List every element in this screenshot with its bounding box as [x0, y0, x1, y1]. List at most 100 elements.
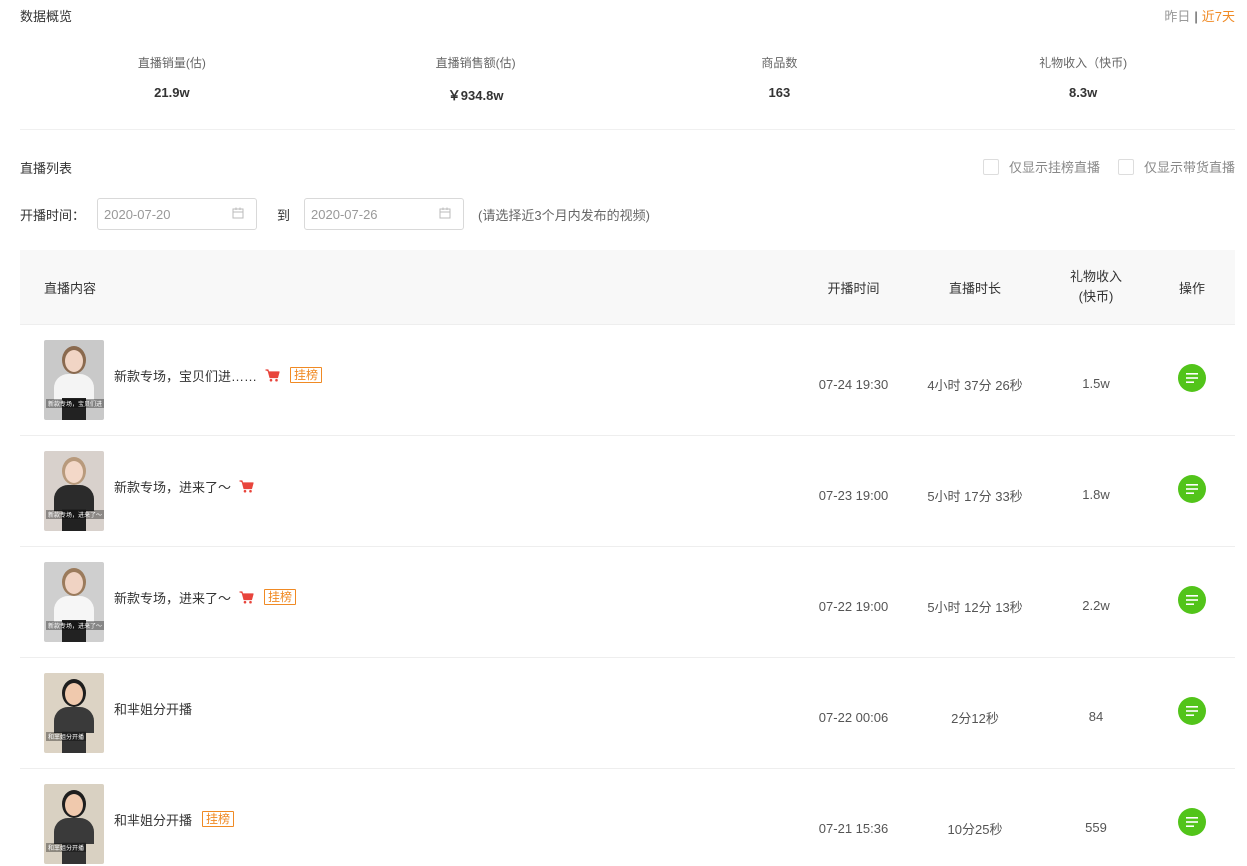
section-divider	[20, 129, 1235, 130]
live-duration: 5小时 17分 33秒	[927, 488, 1023, 504]
table-row: 和芈姐分开播 和芈姐分开播 07-22 00:06 2分12秒 84	[20, 658, 1235, 769]
live-title[interactable]: 和芈姐分开播	[114, 699, 192, 718]
detail-button[interactable]	[1178, 475, 1206, 503]
detail-button[interactable]	[1178, 808, 1206, 836]
stat-label: 商品数	[761, 56, 798, 70]
col-gift-unit: (快币)	[1078, 289, 1114, 304]
live-thumbnail[interactable]: 和芈姐分开播	[44, 673, 104, 753]
live-start-time: 07-22 00:06	[818, 709, 889, 725]
col-start-time: 开播时间	[827, 280, 880, 296]
range-yesterday[interactable]: 昨日	[1164, 9, 1190, 24]
live-duration: 10分25秒	[947, 821, 1003, 837]
detail-button[interactable]	[1178, 586, 1206, 614]
list-icon	[1186, 371, 1198, 386]
stat-value: 163	[768, 85, 791, 100]
table-row: 新款专场，进来了～ 新款专场，进来了～ 07-23 19:00 5小时 17分 …	[20, 436, 1235, 547]
live-duration: 5小时 12分 13秒	[927, 599, 1023, 615]
ranked-only-label: 仅显示挂榜直播	[1008, 160, 1100, 175]
start-date-value: 2020-07-20	[104, 206, 171, 222]
list-icon	[1186, 482, 1198, 497]
stat-value: 21.9w	[154, 85, 190, 100]
detail-button[interactable]	[1178, 364, 1206, 392]
start-date-input[interactable]: 2020-07-20	[97, 198, 258, 230]
action-cell	[1149, 586, 1235, 614]
live-title-group: 新款专场，进来了～	[114, 477, 254, 496]
list-title: 直播列表	[20, 161, 73, 176]
detail-button[interactable]	[1178, 697, 1206, 725]
stat-product-count: 商品数 163	[628, 54, 932, 104]
selling-only-checkbox[interactable]	[1117, 158, 1134, 175]
date-label: 开播时间：	[20, 207, 86, 223]
thumbnail-caption: 新款专场，进来了～	[46, 621, 104, 630]
filter-selling-only[interactable]: 仅显示带货直播	[1117, 157, 1235, 176]
end-date-input[interactable]: 2020-07-26	[304, 198, 465, 230]
range-last7[interactable]: 近7天	[1202, 9, 1235, 24]
stat-sales-amount: 直播销售额(估) ￥934.8w	[324, 54, 628, 104]
col-content: 直播内容	[44, 280, 97, 296]
cart-icon	[239, 479, 254, 493]
end-date-value: 2020-07-26	[311, 206, 378, 222]
live-thumbnail[interactable]: 新款专场，宝贝们进	[44, 340, 104, 420]
stat-gift-income: 礼物收入（快币) 8.3w	[931, 54, 1235, 104]
live-title-group: 和芈姐分开播	[114, 699, 192, 718]
table-row: 和芈姐分开播 和芈姐分开播 挂榜 07-21 15:36 10分25秒 559	[20, 769, 1235, 866]
live-title-group: 新款专场，宝贝们进…… 挂榜	[114, 366, 323, 385]
stat-label: 直播销量(估)	[137, 56, 206, 70]
live-content-cell: 新款专场，进来了～ 新款专场，进来了～	[20, 451, 800, 531]
table-row: 新款专场，进来了～ 新款专场，进来了～ 挂榜 07-22 19:00 5小时 1…	[20, 547, 1235, 658]
ranked-badge: 挂榜	[290, 367, 323, 383]
live-gift-income: 84	[1088, 709, 1104, 724]
date-range-row: 开播时间： 2020-07-20 到 2020-07-26 (请选择近3个月内发…	[20, 198, 650, 230]
list-icon	[1186, 815, 1198, 830]
live-gift-income: 2.2w	[1082, 598, 1110, 613]
live-content-cell: 和芈姐分开播 和芈姐分开播 挂榜	[20, 784, 800, 864]
ranked-only-checkbox[interactable]	[982, 158, 999, 175]
thumbnail-caption: 新款专场，宝贝们进	[46, 399, 104, 408]
live-thumbnail[interactable]: 新款专场，进来了～	[44, 562, 104, 642]
live-title[interactable]: 新款专场，进来了～	[114, 477, 231, 496]
live-start-time: 07-24 19:30	[818, 376, 889, 392]
live-gift-income: 1.5w	[1082, 376, 1110, 391]
cart-icon	[239, 590, 254, 604]
live-content-cell: 新款专场，宝贝们进 新款专场，宝贝们进…… 挂榜	[20, 340, 800, 420]
date-hint: (请选择近3个月内发布的视频)	[478, 207, 650, 223]
live-start-time: 07-21 15:36	[818, 820, 889, 836]
date-to-label: 到	[277, 207, 291, 223]
live-gift-income: 559	[1085, 820, 1107, 835]
thumbnail-caption: 和芈姐分开播	[46, 732, 87, 741]
live-start-time: 07-22 19:00	[818, 598, 889, 614]
thumbnail-caption: 和芈姐分开播	[46, 843, 87, 852]
ranked-badge: 挂榜	[202, 811, 235, 827]
col-duration: 直播时长	[948, 280, 1001, 296]
col-gift-label: 礼物收入	[1069, 269, 1122, 284]
stat-label: 直播销售额(估)	[435, 56, 516, 70]
table-row: 新款专场，宝贝们进 新款专场，宝贝们进…… 挂榜 07-24 19:30 4小时…	[20, 325, 1235, 436]
live-duration: 2分12秒	[951, 710, 999, 726]
stats-row: 直播销量(估) 21.9w 直播销售额(估) ￥934.8w 商品数 163 礼…	[20, 54, 1235, 104]
range-toggle: 昨日 | 近7天	[1164, 6, 1235, 25]
cart-icon	[265, 368, 280, 382]
live-start-time: 07-23 19:00	[818, 487, 889, 503]
thumbnail-caption: 新款专场，进来了～	[46, 510, 104, 519]
ranked-badge: 挂榜	[264, 589, 297, 605]
live-title[interactable]: 新款专场，宝贝们进……	[114, 366, 257, 385]
live-duration: 4小时 37分 26秒	[927, 377, 1023, 393]
stat-value: ￥934.8w	[447, 88, 504, 103]
live-title[interactable]: 和芈姐分开播	[114, 810, 192, 829]
live-content-cell: 新款专场，进来了～ 新款专场，进来了～ 挂榜	[20, 562, 800, 642]
list-filters: 仅显示挂榜直播 仅显示带货直播	[982, 157, 1235, 176]
live-gift-income: 1.8w	[1082, 487, 1110, 502]
selling-only-label: 仅显示带货直播	[1143, 160, 1235, 175]
live-title-group: 新款专场，进来了～ 挂榜	[114, 588, 297, 607]
live-thumbnail[interactable]: 新款专场，进来了～	[44, 451, 104, 531]
col-action: 操作	[1178, 280, 1205, 296]
table-body: 新款专场，宝贝们进 新款专场，宝贝们进…… 挂榜 07-24 19:30 4小时…	[20, 325, 1235, 866]
range-separator: |	[1194, 9, 1198, 24]
action-cell	[1149, 808, 1235, 836]
list-icon	[1186, 704, 1198, 719]
live-thumbnail[interactable]: 和芈姐分开播	[44, 784, 104, 864]
live-title-group: 和芈姐分开播 挂榜	[114, 810, 235, 829]
live-title[interactable]: 新款专场，进来了～	[114, 588, 231, 607]
filter-ranked-only[interactable]: 仅显示挂榜直播	[982, 157, 1100, 176]
live-table: 直播内容 开播时间 直播时长 礼物收入 (快币) 操作 新款专场，宝贝们进 新款…	[20, 250, 1235, 866]
